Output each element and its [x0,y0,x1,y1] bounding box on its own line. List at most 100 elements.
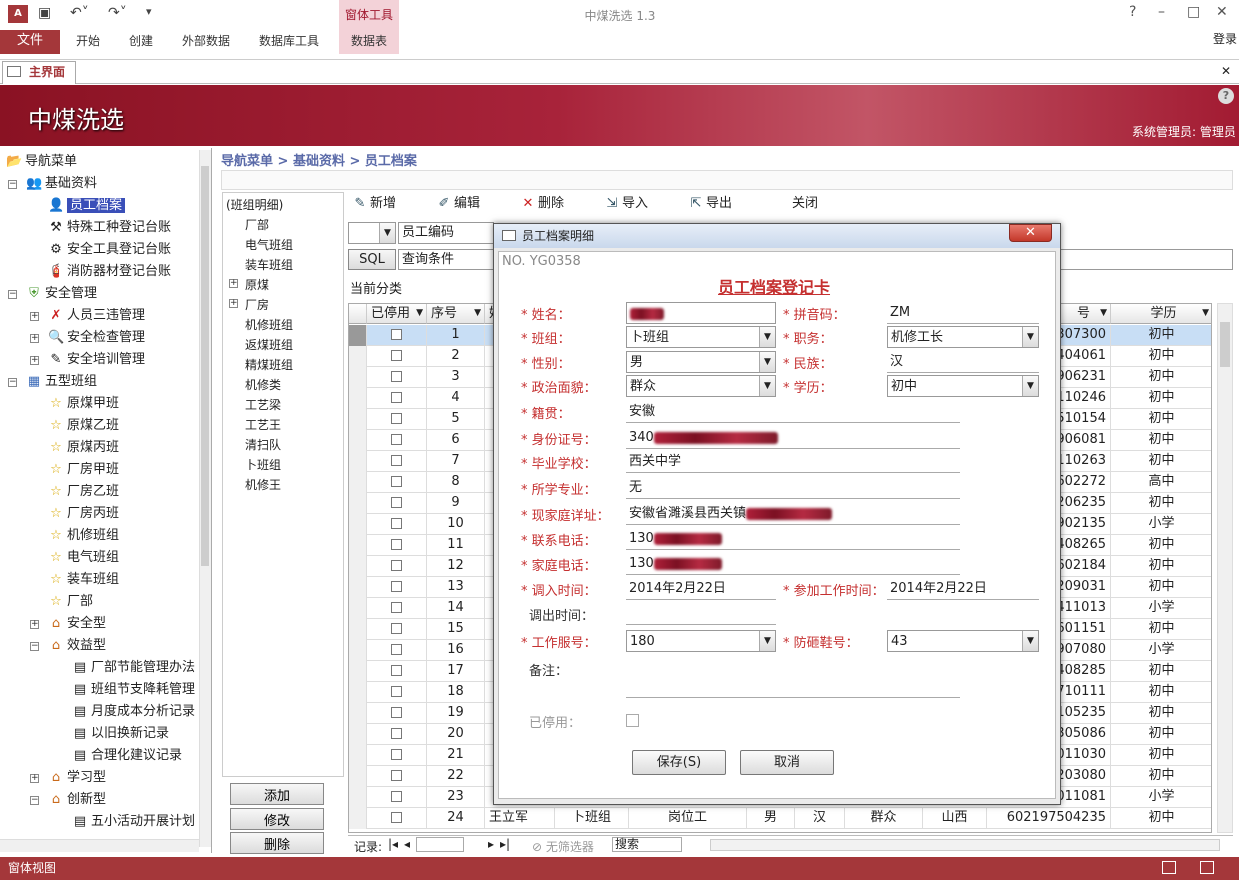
education-cell[interactable]: 初中 [1111,661,1211,682]
disabled-checkbox[interactable] [391,707,402,718]
record-number-input[interactable] [416,837,464,852]
disabled-cell[interactable] [367,472,427,493]
category-item[interactable]: 机修类 [245,376,281,393]
expand-toggle-icon[interactable]: − [8,378,17,387]
row-selector[interactable] [349,430,367,451]
row-selector[interactable] [349,409,367,430]
undo-icon[interactable]: ↶˅ [70,5,89,21]
school-field[interactable]: 西关中学 [626,451,960,473]
disabled-checkbox[interactable] [391,413,402,424]
team-select[interactable]: 卜班组 ▼ [626,326,776,348]
sql-button[interactable]: SQL [348,249,396,270]
row-selector[interactable] [349,682,367,703]
grid-corner[interactable] [349,304,367,324]
disabled-cell[interactable] [367,556,427,577]
disabled-checkbox[interactable] [391,476,402,487]
save-icon[interactable]: ▣ [38,5,51,21]
seq-cell[interactable]: 10 [427,514,485,535]
row-selector[interactable] [349,367,367,388]
row-selector[interactable] [349,577,367,598]
seq-cell[interactable]: 16 [427,640,485,661]
major-field[interactable]: 无 [626,477,960,499]
row-selector[interactable] [349,514,367,535]
seq-cell[interactable]: 17 [427,661,485,682]
sex-select[interactable]: 男 ▼ [626,351,776,373]
disabled-cell[interactable] [367,493,427,514]
nav-item[interactable]: ☆ 厂部 [48,592,93,612]
disabled-cell[interactable] [367,514,427,535]
education-cell[interactable]: 高中 [1111,472,1211,493]
nav-item[interactable]: ⚙ 安全工具登记台账 [48,240,171,260]
disabled-checkbox[interactable] [626,714,639,727]
nav-item[interactable]: ▤ 班组节支降耗管理 [72,680,195,700]
expand-toggle-icon[interactable]: + [30,774,39,783]
expand-toggle-icon[interactable]: − [30,642,39,651]
help-icon[interactable]: ? [1129,4,1136,20]
disabled-cell[interactable] [367,388,427,409]
row-selector[interactable] [349,388,367,409]
nation-field[interactable]: 汉 [887,351,1039,373]
nav-item[interactable]: ⌂ 创新型 [48,790,106,810]
category-item[interactable]: 清扫队 [245,436,281,453]
origin-cell[interactable]: 山西 [923,808,987,829]
education-cell[interactable]: 初中 [1111,367,1211,388]
seq-cell[interactable]: 13 [427,577,485,598]
category-item[interactable]: 厂房 [245,296,269,313]
disabled-cell[interactable] [367,808,427,829]
in-date-field[interactable]: 2014年2月22日 [626,578,776,600]
disabled-cell[interactable] [367,325,427,346]
maximize-icon[interactable]: □ [1187,4,1200,20]
delete-category-button[interactable]: 删除 [230,832,324,854]
disabled-checkbox[interactable] [391,749,402,760]
tab-external-data[interactable]: 外部数据 [174,30,238,54]
category-item[interactable]: 电气班组 [245,236,293,253]
nav-item[interactable]: ⚒ 特殊工种登记台账 [48,218,171,238]
education-cell[interactable]: 初中 [1111,682,1211,703]
disabled-checkbox[interactable] [391,518,402,529]
disabled-cell[interactable] [367,409,427,430]
expand-toggle-icon[interactable]: + [229,279,238,288]
disabled-cell[interactable] [367,640,427,661]
nav-item[interactable]: ☆ 原煤丙班 [48,438,119,458]
delete-button[interactable]: ✕ 删除 [520,192,564,211]
seq-cell[interactable]: 6 [427,430,485,451]
post-cell[interactable]: 岗位工 [629,808,747,829]
seq-cell[interactable]: 21 [427,745,485,766]
close-icon[interactable]: ✕ [1216,4,1228,20]
education-cell[interactable]: 初中 [1111,745,1211,766]
row-selector[interactable] [349,325,367,346]
disabled-checkbox[interactable] [391,770,402,781]
save-button[interactable]: 保存(S) [632,750,726,775]
row-selector[interactable] [349,661,367,682]
education-cell[interactable]: 初中 [1111,766,1211,787]
row-selector[interactable] [349,472,367,493]
tab-home[interactable]: 开始 [68,30,108,54]
last-record-icon[interactable]: ▸| [500,837,510,851]
row-selector[interactable] [349,493,367,514]
nav-item[interactable]: ▤ 厂部节能管理办法 [72,658,195,678]
politics-cell[interactable]: 群众 [845,808,923,829]
close-button[interactable]: 关闭 [792,192,818,211]
disabled-cell[interactable] [367,430,427,451]
expand-toggle-icon[interactable]: − [8,290,17,299]
layout-view-icon[interactable] [1200,861,1214,874]
disabled-checkbox[interactable] [391,560,402,571]
disabled-checkbox[interactable] [391,434,402,445]
idcard-field[interactable]: 340 [626,427,960,449]
disabled-checkbox[interactable] [391,497,402,508]
nation-cell[interactable]: 汉 [795,808,845,829]
category-item[interactable]: 精煤班组 [245,356,293,373]
header-seq[interactable]: 序号 ▼ [427,304,485,324]
row-selector[interactable] [349,808,367,829]
login-link[interactable]: 登录 [1213,30,1237,47]
row-selector[interactable] [349,556,367,577]
nav-item[interactable]: ▤ 五小活动开展计划 [72,812,195,832]
education-cell[interactable]: 初中 [1111,430,1211,451]
customize-qat-icon[interactable]: ▾ [146,5,152,18]
disabled-checkbox[interactable] [391,329,402,340]
edit-button[interactable]: ✐ 编辑 [436,192,480,211]
category-item[interactable]: 机修王 [245,476,281,493]
pinyin-field[interactable]: ZM [887,302,1039,324]
education-cell[interactable]: 小学 [1111,640,1211,661]
edu-cell[interactable]: 初中 [1111,808,1211,829]
